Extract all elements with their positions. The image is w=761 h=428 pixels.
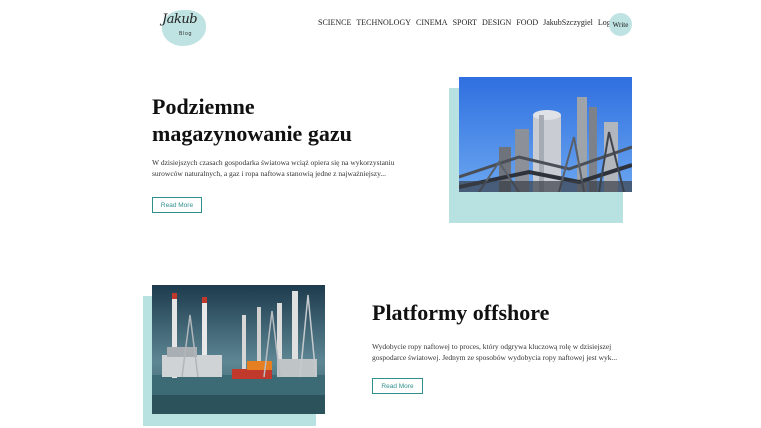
read-more-button[interactable]: Read More [372, 378, 423, 394]
logo-text: Jakub [162, 12, 198, 27]
nav-cinema[interactable]: CINEMA [416, 18, 448, 27]
post-title[interactable]: Platformy offshore [372, 299, 632, 326]
logo-subtext: Blog [179, 31, 193, 37]
offshore-image[interactable] [152, 285, 325, 414]
nav-sport[interactable]: SPORT [453, 18, 477, 27]
write-button[interactable]: Write [609, 13, 632, 36]
nav-username[interactable]: JakubSzczygiel [543, 18, 593, 27]
post-excerpt: Wydobycie ropy naftowej to proces, który… [372, 342, 618, 362]
post-title-line-1: Podziemne [152, 94, 255, 119]
blog-logo[interactable]: Jakub Blog [158, 6, 208, 46]
offshore-rigs-photo [152, 285, 325, 414]
post-title-line-2: magazynowanie gazu [152, 121, 352, 146]
nav-design[interactable]: DESIGN [482, 18, 511, 27]
post-excerpt: W dzisiejszych czasach gospodarka świato… [152, 158, 395, 178]
nav-food[interactable]: FOOD [516, 18, 538, 27]
nav-science[interactable]: SCIENCE [318, 18, 351, 27]
read-more-button[interactable]: Read More [152, 197, 202, 213]
refinery-photo [459, 77, 632, 192]
main-nav: SCIENCE TECHNOLOGY CINEMA SPORT DESIGN F… [318, 18, 621, 27]
nav-technology[interactable]: TECHNOLOGY [356, 18, 411, 27]
refinery-image[interactable] [459, 77, 632, 192]
post-title[interactable]: Podziemne magazynowanie gazu [152, 93, 412, 147]
